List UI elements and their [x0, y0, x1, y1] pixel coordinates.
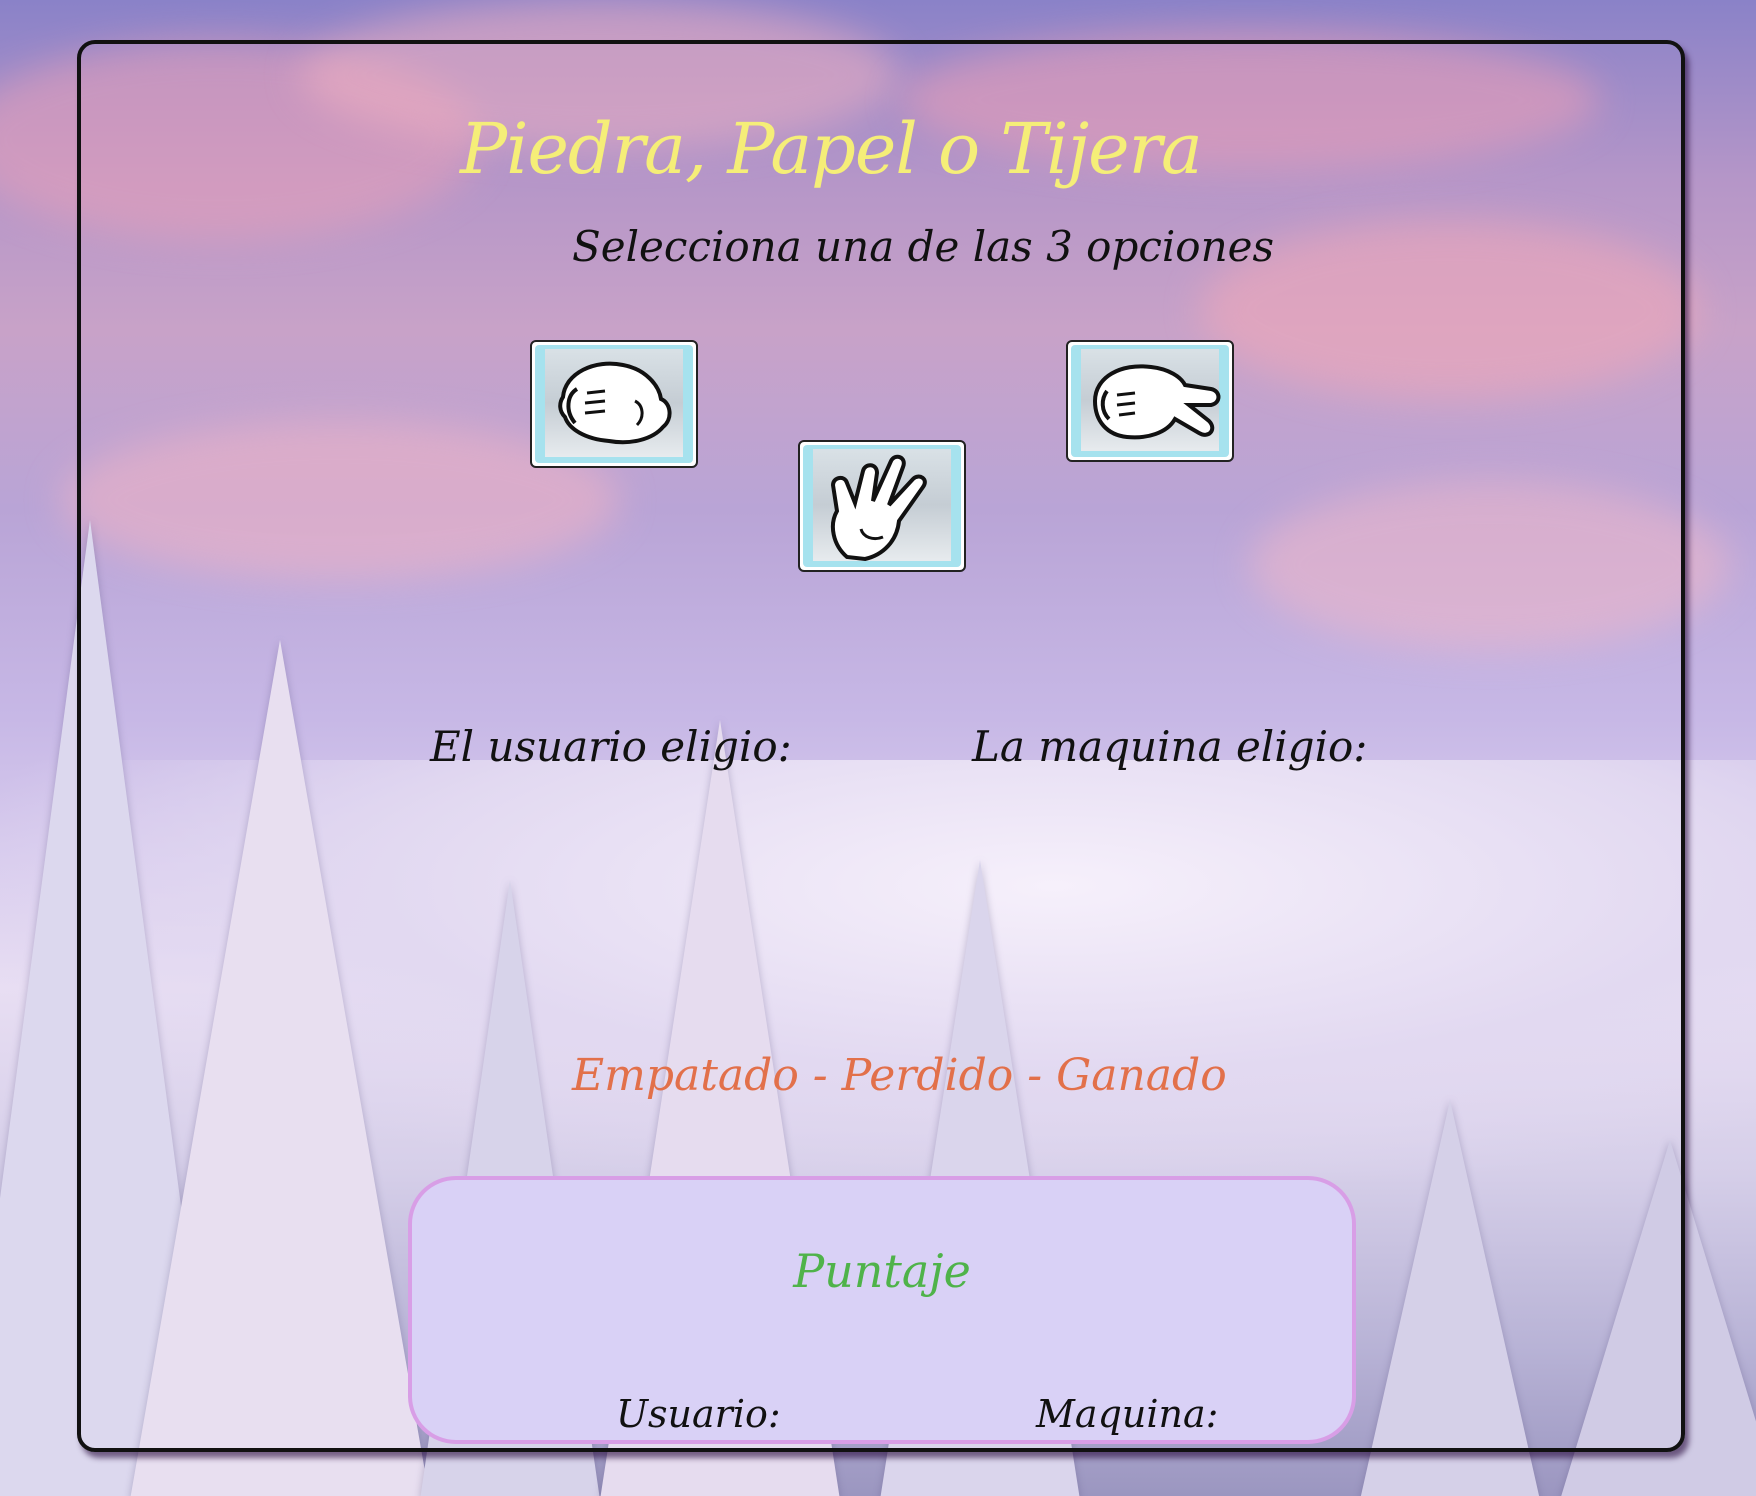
scissors-button[interactable] — [1066, 340, 1234, 462]
result-text: Empatado - Perdido - Ganado — [572, 1050, 1227, 1101]
fist-hand-icon — [558, 361, 672, 445]
scissors-image — [1071, 345, 1229, 457]
user-choice-label: El usuario eligio: — [430, 722, 792, 771]
machine-score-label: Maquina: — [1036, 1392, 1219, 1436]
rock-button[interactable] — [530, 340, 698, 468]
score-panel: Puntaje Usuario: Maquina: — [408, 1176, 1356, 1444]
paper-image — [803, 445, 961, 567]
instruction-text: Selecciona una de las 3 opciones — [572, 222, 1275, 271]
scissors-hand-icon — [1092, 364, 1221, 440]
rock-image — [535, 345, 693, 463]
user-score-label: Usuario: — [616, 1392, 781, 1436]
score-title: Puntaje — [793, 1244, 971, 1298]
paper-button[interactable] — [798, 440, 966, 572]
game-title: Piedra, Papel o Tijera — [460, 108, 1203, 190]
machine-choice-label: La maquina eligio: — [972, 722, 1368, 771]
open-hand-icon — [830, 454, 927, 562]
